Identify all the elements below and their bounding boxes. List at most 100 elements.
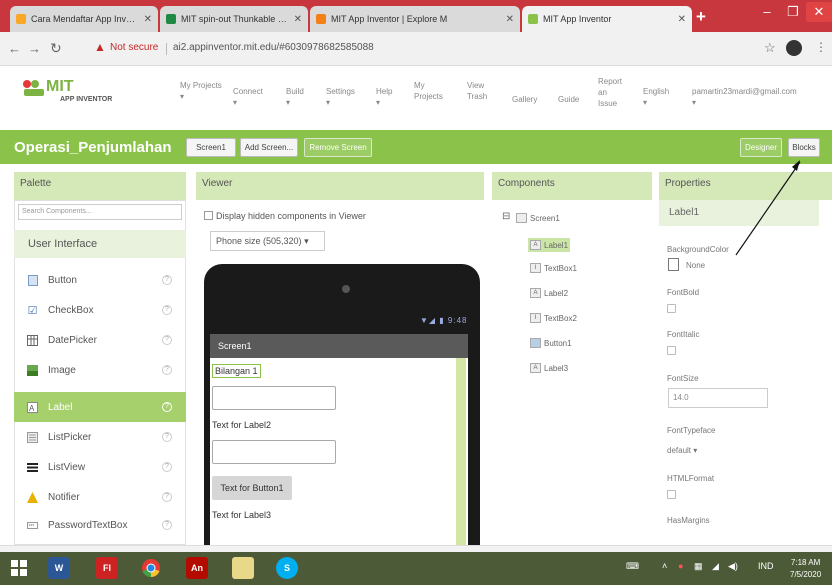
maximize-icon[interactable]: ❐ (780, 2, 806, 22)
browser-tab-2[interactable]: MIT spin-out Thunkable hop ✕ (160, 6, 308, 32)
minimize-icon[interactable]: – (754, 2, 780, 22)
avatar[interactable] (786, 40, 802, 56)
preview-textbox2[interactable] (212, 440, 336, 464)
preview-label1[interactable]: Bilangan 1 (212, 364, 261, 378)
palette-item-button[interactable]: Button? (14, 265, 186, 295)
bookmark-star-icon[interactable]: ☆ (764, 40, 776, 56)
browser-tab-3[interactable]: MIT App Inventor | Explore M ✕ (310, 6, 520, 32)
language-indicator[interactable]: IND (758, 561, 774, 571)
chrome-icon[interactable] (140, 557, 162, 579)
skype-icon[interactable]: S (276, 557, 298, 579)
menu-my-projects[interactable]: My Projects ▾ (180, 80, 224, 102)
close-icon[interactable]: ✕ (806, 2, 832, 22)
help-icon[interactable]: ? (162, 520, 172, 530)
menu-help[interactable]: Help ▾ (376, 86, 392, 108)
help-icon[interactable]: ? (162, 365, 172, 375)
link-gallery[interactable]: Gallery (512, 94, 537, 105)
browser-tab-1[interactable]: Cara Mendaftar App Inventor ✕ (10, 6, 158, 32)
palette-search-input[interactable]: Search Components... (18, 204, 182, 220)
tree-item-label1[interactable]: A Label1 (528, 238, 571, 252)
horizontal-scrollbar[interactable] (0, 545, 832, 552)
menu-connect[interactable]: Connect ▾ (233, 86, 263, 108)
link-report-issue[interactable]: Report an Issue (598, 76, 628, 109)
help-icon[interactable]: ? (162, 335, 172, 345)
tray-app-icon[interactable]: ● (678, 561, 683, 571)
remove-screen-button[interactable]: Remove Screen (304, 138, 372, 157)
menu-account[interactable]: pamartin23mardi@gmail.com ▾ (692, 86, 797, 108)
help-icon[interactable]: ? (162, 275, 172, 285)
kebab-menu-icon[interactable]: ⋮ (815, 40, 827, 54)
phone-size-dropdown[interactable]: Phone size (505,320) ▾ (210, 231, 325, 251)
help-icon[interactable]: ? (162, 462, 172, 472)
tray-chevron-icon[interactable]: ˄ (662, 561, 667, 571)
palette-item-listview[interactable]: ListView? (14, 452, 186, 482)
browser-tab-4-active[interactable]: MIT App Inventor ✕ (522, 6, 692, 32)
forward-icon[interactable]: → (28, 41, 41, 56)
preview-textbox1[interactable] (212, 386, 336, 410)
prop-fontsize-input[interactable]: 14.0 (668, 388, 768, 408)
help-icon[interactable]: ? (162, 402, 172, 412)
notepad-icon[interactable] (232, 557, 254, 579)
help-icon[interactable]: ? (162, 492, 172, 502)
designer-button[interactable]: Designer (740, 138, 782, 157)
link-my-projects[interactable]: My Projects (414, 80, 450, 102)
prop-backgroundcolor-swatch[interactable] (668, 258, 679, 271)
preview-button1[interactable]: Text for Button1 (212, 476, 292, 500)
tree-item-button1[interactable]: Button1 (530, 338, 572, 348)
acrobat-icon[interactable]: An (186, 557, 208, 579)
tree-item-textbox1[interactable]: I TextBox1 (530, 263, 577, 273)
link-guide[interactable]: Guide (558, 94, 579, 105)
svg-text:***: *** (29, 524, 35, 530)
prop-fontitalic-checkbox[interactable] (667, 346, 676, 355)
keyboard-icon[interactable]: ⌨ (626, 561, 639, 572)
new-tab-icon[interactable]: + (696, 7, 706, 27)
tree-item-label2[interactable]: A Label2 (530, 288, 568, 298)
collapse-toggle-icon[interactable]: ⊟ (502, 211, 510, 222)
palette-item-image[interactable]: Image? (14, 355, 186, 385)
display-hidden-checkbox[interactable] (204, 211, 213, 220)
reload-icon[interactable]: ↻ (50, 40, 62, 57)
flash-icon[interactable]: Fl (96, 557, 118, 579)
menu-build[interactable]: Build ▾ (286, 86, 304, 108)
warning-icon[interactable]: ▲ (94, 40, 106, 54)
screen-dropdown[interactable]: Screen1 (186, 138, 236, 157)
network-icon[interactable]: ▦ (694, 561, 703, 572)
tab-title: MIT App Inventor (543, 14, 612, 24)
palette-item-passwordtextbox[interactable]: *** PasswordTextBox? (14, 510, 186, 540)
windows-start-icon[interactable] (8, 557, 30, 579)
menu-language[interactable]: English ▾ (643, 86, 669, 108)
word-icon[interactable]: W (48, 557, 70, 579)
close-tab-icon[interactable]: ✕ (506, 14, 514, 25)
prop-fonttypeface-dropdown[interactable]: default ▾ (667, 446, 697, 455)
tree-item-screen1[interactable]: Screen1 (516, 213, 560, 223)
label-icon: A (530, 240, 541, 250)
palette-item-notifier[interactable]: Notifier? (14, 482, 186, 512)
close-tab-icon[interactable]: ✕ (294, 14, 302, 25)
palette-item-listpicker[interactable]: ListPicker? (14, 422, 186, 452)
back-icon[interactable]: ← (8, 41, 21, 56)
tree-item-textbox2[interactable]: I TextBox2 (530, 313, 577, 323)
prop-fontbold-checkbox[interactable] (667, 304, 676, 313)
preview-label3[interactable]: Text for Label3 (212, 510, 271, 520)
link-view-trash[interactable]: View Trash (467, 80, 495, 102)
url-field[interactable]: ai2.appinventor.mit.edu/#603097868258508… (173, 42, 374, 53)
not-secure-label[interactable]: Not secure (110, 42, 158, 53)
help-icon[interactable]: ? (162, 432, 172, 442)
palette-category-user-interface[interactable]: User Interface (14, 230, 186, 258)
menu-settings[interactable]: Settings ▾ (326, 86, 355, 108)
wifi-icon[interactable]: ◢ (712, 561, 719, 572)
prop-htmlformat-checkbox[interactable] (667, 490, 676, 499)
taskbar-clock[interactable]: 7:18 AM 7/5/2020 (790, 557, 821, 581)
palette-item-checkbox[interactable]: ☑ CheckBox? (14, 295, 186, 325)
add-screen-button[interactable]: Add Screen... (240, 138, 298, 157)
preview-label2[interactable]: Text for Label2 (212, 420, 271, 430)
tree-item-label3[interactable]: A Label3 (530, 363, 568, 373)
palette-item-datepicker[interactable]: DatePicker? (14, 325, 186, 355)
palette-item-label[interactable]: A Label? (14, 392, 186, 422)
close-tab-icon[interactable]: ✕ (678, 14, 686, 25)
blocks-button[interactable]: Blocks (788, 138, 820, 157)
prop-backgroundcolor-value[interactable]: None (686, 261, 705, 270)
volume-icon[interactable]: ◀) (728, 561, 738, 572)
close-tab-icon[interactable]: ✕ (144, 14, 152, 25)
help-icon[interactable]: ? (162, 305, 172, 315)
